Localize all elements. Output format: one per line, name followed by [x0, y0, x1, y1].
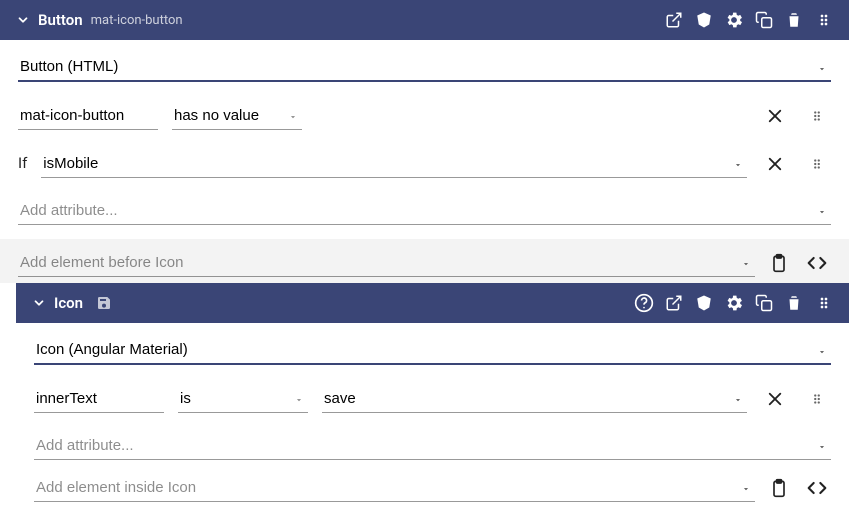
- gear-icon[interactable]: [719, 288, 749, 318]
- code-icon[interactable]: [803, 474, 831, 502]
- attribute-name-input[interactable]: [34, 386, 164, 413]
- add-element-inside-row: [16, 474, 849, 510]
- remove-attribute-icon[interactable]: [761, 102, 789, 130]
- save-icon[interactable]: [89, 288, 119, 318]
- open-external-icon[interactable]: [659, 5, 689, 35]
- if-condition-input[interactable]: [41, 151, 747, 178]
- attribute-value-input[interactable]: [322, 386, 747, 413]
- style-icon[interactable]: [689, 288, 719, 318]
- collapse-toggle[interactable]: [12, 13, 34, 27]
- delete-icon[interactable]: [779, 288, 809, 318]
- panel-title: Button: [38, 11, 83, 29]
- drag-handle-icon[interactable]: [803, 150, 831, 178]
- attribute-operator-select[interactable]: [172, 103, 302, 130]
- element-type-select[interactable]: [18, 54, 831, 82]
- element-type-select[interactable]: [34, 337, 831, 365]
- drag-handle-icon[interactable]: [809, 5, 839, 35]
- gear-icon[interactable]: [719, 5, 749, 35]
- add-element-inside-input[interactable]: [34, 475, 755, 502]
- button-panel-body: If: [0, 40, 849, 178]
- paste-icon[interactable]: [765, 474, 793, 502]
- paste-icon[interactable]: [765, 249, 793, 277]
- help-icon[interactable]: [629, 288, 659, 318]
- code-icon[interactable]: [803, 249, 831, 277]
- open-external-icon[interactable]: [659, 288, 689, 318]
- delete-icon[interactable]: [779, 5, 809, 35]
- button-panel-header: Button mat-icon-button: [0, 0, 849, 40]
- drag-handle-icon[interactable]: [809, 288, 839, 318]
- remove-condition-icon[interactable]: [761, 150, 789, 178]
- panel-title: Icon: [54, 294, 83, 312]
- add-element-before-row: [0, 239, 849, 283]
- add-attribute-row: [0, 198, 849, 239]
- add-element-before-input[interactable]: [18, 250, 755, 277]
- if-label: If: [18, 154, 27, 178]
- copy-icon[interactable]: [749, 288, 779, 318]
- panel-subtitle: mat-icon-button: [91, 13, 183, 28]
- add-attribute-row: [16, 433, 849, 474]
- drag-handle-icon[interactable]: [803, 385, 831, 413]
- style-icon[interactable]: [689, 5, 719, 35]
- add-attribute-input[interactable]: [34, 433, 831, 460]
- remove-attribute-icon[interactable]: [761, 385, 789, 413]
- icon-panel-body: [16, 323, 849, 413]
- collapse-toggle[interactable]: [28, 296, 50, 310]
- attribute-operator-select[interactable]: [178, 386, 308, 413]
- attribute-name-input[interactable]: [18, 103, 158, 130]
- copy-icon[interactable]: [749, 5, 779, 35]
- drag-handle-icon[interactable]: [803, 102, 831, 130]
- add-attribute-input[interactable]: [18, 198, 831, 225]
- icon-panel-header: Icon: [16, 283, 849, 323]
